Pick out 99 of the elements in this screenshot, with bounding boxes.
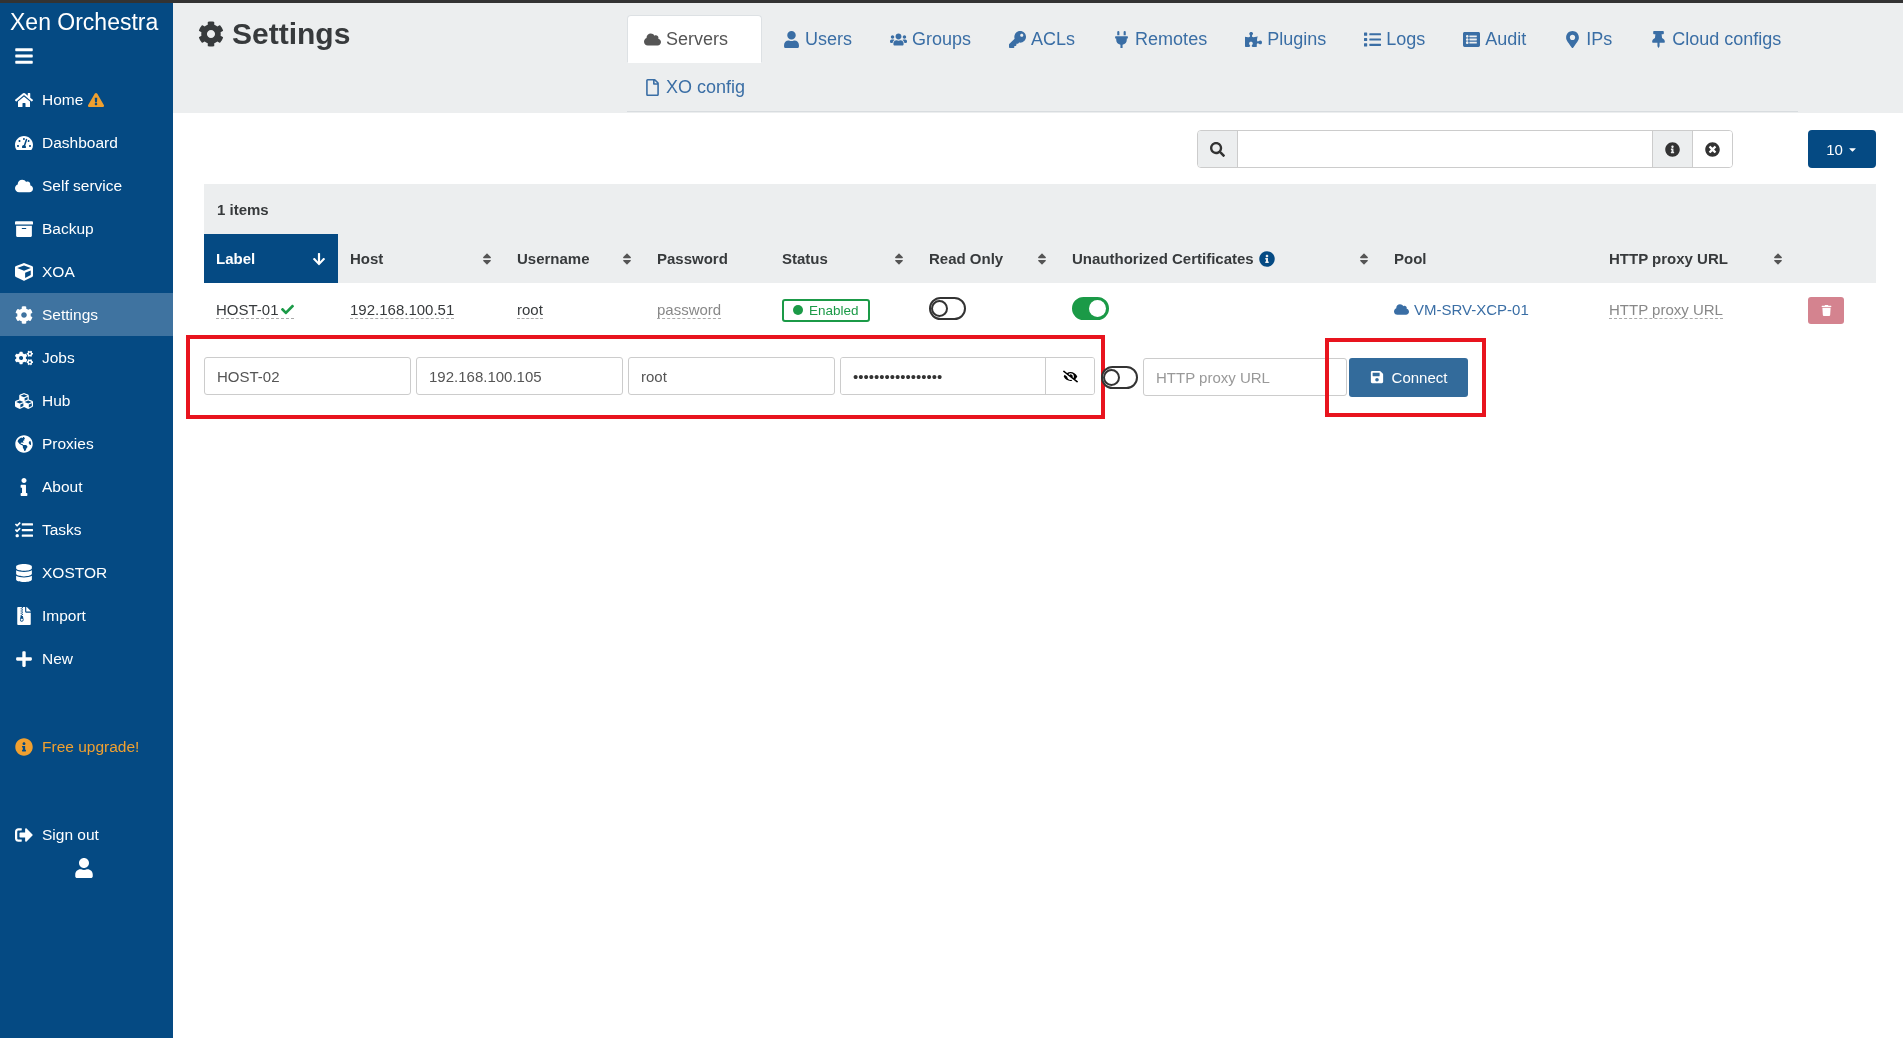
column-header[interactable]: HTTP proxy URL <box>1597 234 1796 283</box>
tab[interactable]: XO config <box>627 63 763 111</box>
list-box-icon <box>1463 30 1481 48</box>
item-count: 1 items <box>204 184 1876 234</box>
pin-icon <box>1650 30 1668 48</box>
cloud-icon <box>1394 301 1409 317</box>
list-icon <box>1364 30 1382 48</box>
map-pin-icon <box>1564 30 1582 48</box>
save-icon <box>1369 370 1384 384</box>
input-field[interactable]: root <box>628 357 835 395</box>
tab[interactable]: Remotes <box>1096 15 1225 63</box>
globe-icon <box>14 434 34 453</box>
sidebar-item[interactable]: Jobs <box>0 336 173 379</box>
list-icon <box>14 520 34 539</box>
tab[interactable]: ACLs <box>992 15 1093 63</box>
tab[interactable]: IPs <box>1547 15 1630 63</box>
user-icon <box>783 30 801 48</box>
pool-link[interactable]: VM-SRV-XCP-01 <box>1394 300 1529 318</box>
sidebar-item[interactable]: Backup <box>0 207 173 250</box>
column-header[interactable]: Status <box>770 234 917 283</box>
database-icon <box>14 563 34 582</box>
sort-icon <box>1358 251 1370 266</box>
tab[interactable]: Audit <box>1446 15 1544 63</box>
page-title-text: Settings <box>232 17 351 51</box>
cube-icon <box>14 262 34 281</box>
column-header[interactable]: Label <box>204 234 338 283</box>
search-icon[interactable] <box>1198 131 1238 167</box>
info-icon <box>1258 250 1275 267</box>
sort-icon <box>481 251 493 266</box>
clear-icon[interactable] <box>1692 131 1732 167</box>
search-field[interactable] <box>1197 130 1733 168</box>
settings-icon <box>198 21 224 47</box>
upgrade-link[interactable]: Free upgrade! <box>0 725 173 768</box>
sidebar-item[interactable]: Import <box>0 594 173 637</box>
home-icon <box>14 90 34 109</box>
sidebar-item[interactable]: Dashboard <box>0 121 173 164</box>
table-cell[interactable]: password <box>657 301 722 319</box>
sidebar-item[interactable]: About <box>0 465 173 508</box>
gauge-icon <box>14 133 34 152</box>
column-header[interactable]: Unauthorized Certificates <box>1060 234 1382 283</box>
puzzle-icon <box>1245 30 1263 48</box>
table-cell[interactable]: 192.168.100.51 <box>350 301 455 319</box>
status-badge[interactable]: Enabled <box>782 298 870 322</box>
sidebar-item[interactable]: XOA <box>0 250 173 293</box>
key-icon <box>1009 30 1027 48</box>
plug-icon <box>1113 30 1131 48</box>
toggle-switch[interactable] <box>1072 297 1109 320</box>
sidebar-item[interactable]: Settings <box>0 293 173 336</box>
tab[interactable]: Groups <box>873 15 989 63</box>
table-cell[interactable]: HTTP proxy URL <box>1609 301 1723 319</box>
sidebar-item[interactable]: New <box>0 637 173 680</box>
input-field[interactable]: 192.168.100.105 <box>416 357 623 395</box>
sort-icon <box>621 251 633 266</box>
app-title: Xen Orchestra <box>9 8 160 36</box>
column-header[interactable]: Read Only <box>917 234 1060 283</box>
input-field[interactable]: HOST-02 <box>204 357 411 395</box>
sidebar-item[interactable]: XOSTOR <box>0 551 173 594</box>
delete-button[interactable] <box>1808 296 1844 324</box>
tab[interactable]: Logs <box>1347 15 1443 63</box>
sidebar-item[interactable]: Self service <box>0 164 173 207</box>
trash-icon <box>1820 304 1832 316</box>
sort-icon <box>893 251 905 266</box>
sort-icon <box>1772 251 1784 266</box>
plus-icon <box>14 649 34 668</box>
column-header[interactable]: Password <box>645 234 770 283</box>
table-cell[interactable]: HOST-01 <box>216 301 294 319</box>
tab[interactable]: Cloud configs <box>1633 15 1799 63</box>
sign-out-link[interactable]: Sign out <box>0 813 173 856</box>
cubes-icon <box>14 391 34 410</box>
table-cell[interactable]: root <box>517 301 543 319</box>
column-header[interactable]: Username <box>505 234 645 283</box>
tab[interactable]: Plugins <box>1228 15 1344 63</box>
file-icon <box>644 78 661 96</box>
sidebar-item[interactable]: Hub <box>0 379 173 422</box>
sidebar-item[interactable]: Home <box>0 78 173 121</box>
menu-icon[interactable] <box>14 46 34 66</box>
input-field[interactable]: HTTP proxy URL <box>1143 358 1347 396</box>
sort-icon <box>1036 251 1048 266</box>
eye-slash-icon[interactable] <box>1045 358 1094 394</box>
connect-button[interactable]: Connect <box>1349 357 1468 397</box>
gears-icon <box>14 348 34 367</box>
tab[interactable]: Servers <box>627 15 763 63</box>
password-field[interactable]: ••••••••••••••••• <box>840 357 1095 395</box>
info-icon[interactable] <box>1652 131 1692 167</box>
toggle-switch[interactable] <box>929 297 966 320</box>
sign-out-icon <box>14 825 34 844</box>
toggle-switch[interactable] <box>1101 365 1138 389</box>
archive-box-icon <box>14 219 34 238</box>
column-header[interactable]: Pool <box>1382 234 1597 283</box>
arrow-down-icon <box>312 251 326 266</box>
file-icon <box>14 606 34 625</box>
sidebar-item[interactable]: Tasks <box>0 508 173 551</box>
settings-icon <box>14 305 34 324</box>
user-icon[interactable] <box>75 858 93 878</box>
page-size-dropdown[interactable]: 10 <box>1808 130 1876 168</box>
tab[interactable]: Users <box>766 15 870 63</box>
sidebar-item[interactable]: Proxies <box>0 422 173 465</box>
info-icon <box>14 737 34 756</box>
column-header[interactable]: Host <box>338 234 505 283</box>
